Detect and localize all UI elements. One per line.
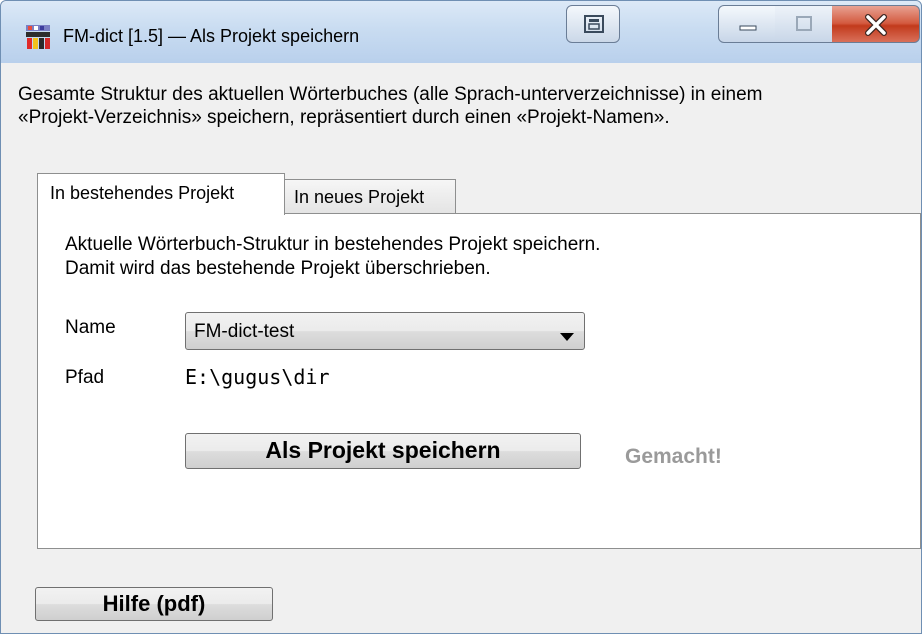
tab-new-project[interactable]: In neues Projekt <box>284 179 456 214</box>
title-bar[interactable]: FM-dict [1.5] — Als Projekt speichern <box>1 1 921 63</box>
name-label: Name <box>65 317 116 338</box>
dialog-description: Gesamte Struktur des aktuellen Wörterbuc… <box>18 83 908 129</box>
close-icon <box>865 14 887 36</box>
minimize-icon <box>739 25 757 31</box>
restore-window-button[interactable] <box>566 5 620 43</box>
tab-existing-project[interactable]: In bestehendes Projekt <box>37 173 285 215</box>
save-as-project-button[interactable]: Als Projekt speichern <box>185 433 581 469</box>
path-label: Pfad <box>65 367 105 388</box>
project-name-dropdown[interactable]: FM-dict-test <box>185 312 585 350</box>
app-icon <box>25 25 51 49</box>
maximize-icon <box>796 16 812 31</box>
minimize-button[interactable] <box>718 5 776 43</box>
description-line-2: «Projekt-Verzeichnis» speichern, repräse… <box>18 107 670 128</box>
description-line-1: Gesamte Struktur des aktuellen Wörterbuc… <box>18 84 763 105</box>
dropdown-arrow-icon <box>560 328 574 346</box>
close-button[interactable] <box>832 5 920 43</box>
dialog-window: FM-dict [1.5] — Als Projekt speichern Ge… <box>0 0 922 634</box>
project-path-value: E:\gugus\dir <box>185 365 330 389</box>
maximize-button[interactable] <box>775 5 833 43</box>
help-pdf-button[interactable]: Hilfe (pdf) <box>35 587 273 621</box>
project-name-value: FM-dict-test <box>194 321 295 342</box>
status-message: Gemacht! <box>625 445 722 468</box>
panel-instructions: Aktuelle Wörterbuch-Struktur in bestehen… <box>65 233 600 281</box>
window-restore-icon <box>584 15 604 33</box>
window-title: FM-dict [1.5] — Als Projekt speichern <box>63 26 360 46</box>
panel-instruction-line-2: Damit wird das bestehende Projekt übersc… <box>65 258 491 279</box>
panel-instruction-line-1: Aktuelle Wörterbuch-Struktur in bestehen… <box>65 234 601 255</box>
